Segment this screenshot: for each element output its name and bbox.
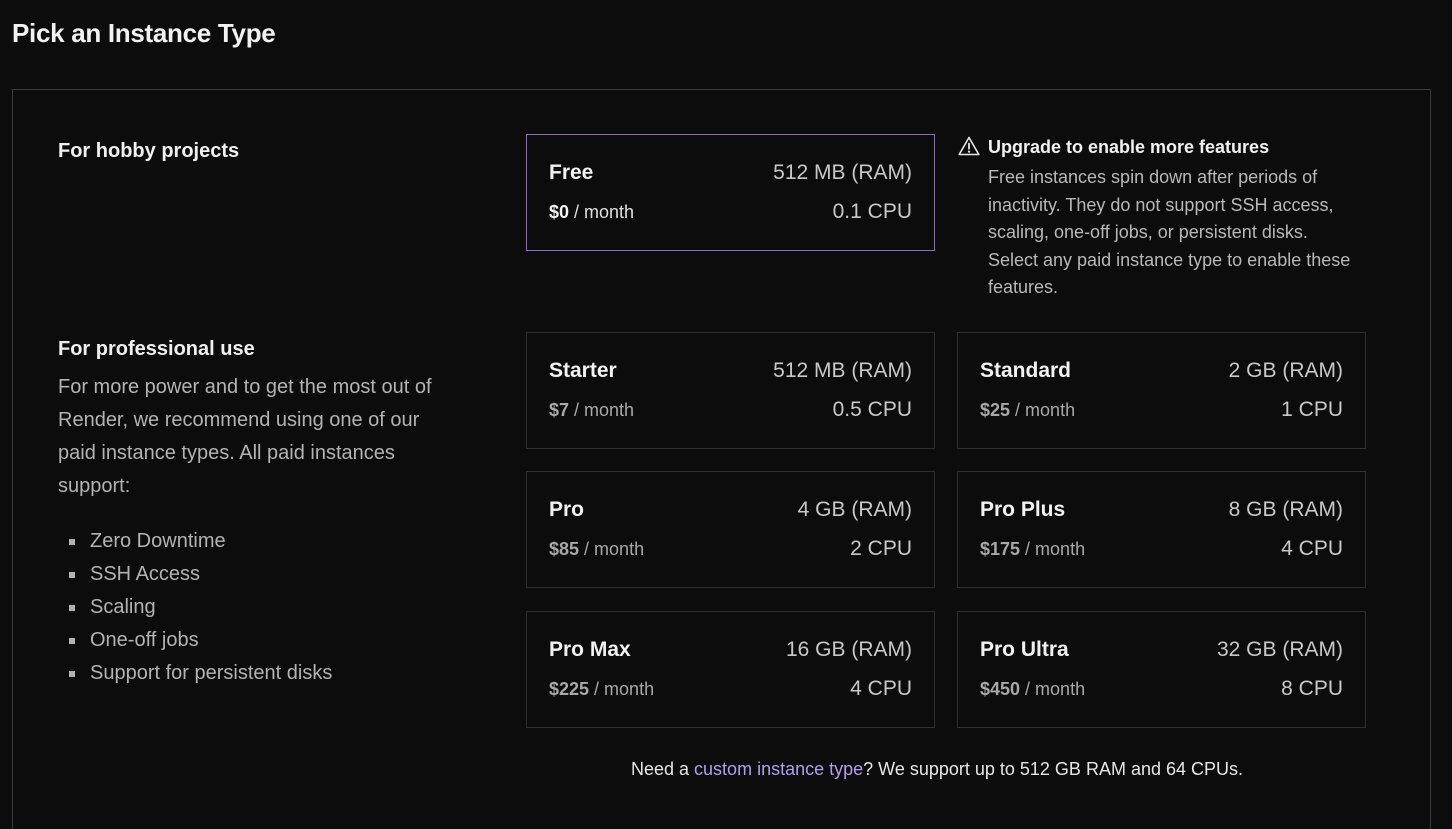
instance-price: $25 (980, 400, 1011, 420)
instance-ram: 2 GB (RAM) (1228, 359, 1343, 382)
instance-name: Pro Max (549, 638, 631, 661)
instance-cpu: 2 CPU (850, 537, 912, 560)
instance-ram: 4 GB (RAM) (797, 498, 912, 521)
instance-price-period: / month (589, 679, 655, 699)
instance-cpu: 0.5 CPU (832, 398, 912, 421)
instance-price: $450 (980, 679, 1021, 699)
custom-instance-link[interactable]: custom instance type (694, 759, 863, 779)
instance-price: $85 (549, 539, 580, 559)
instance-ram: 16 GB (RAM) (785, 638, 912, 661)
instance-price-line: $175 / month (980, 539, 1085, 560)
bullet-icon (69, 572, 75, 578)
footer-suffix: ? We support up to 512 GB RAM and 64 CPU… (863, 759, 1244, 779)
instance-name: Pro (549, 498, 585, 521)
instance-price-line: $0 / month (549, 202, 634, 223)
instance-card-free[interactable]: Free 512 MB (RAM) $0 / month 0.1 CPU (526, 134, 935, 251)
professional-description: For more power and to get the most out o… (58, 376, 432, 497)
instance-ram: 512 MB (RAM) (773, 359, 912, 382)
instance-price-period: / month (579, 539, 645, 559)
instance-price: $175 (980, 539, 1021, 559)
feature-label: Support for persistent disks (90, 662, 333, 684)
instance-price-line: $7 / month (549, 400, 634, 421)
custom-instance-note: Need a custom instance type? We support … (631, 759, 1243, 780)
feature-label: Scaling (90, 596, 156, 618)
instance-ram: 8 GB (RAM) (1228, 498, 1343, 521)
instance-card-standard[interactable]: Standard 2 GB (RAM) $25 / month 1 CPU (957, 332, 1366, 449)
instance-price-period: / month (569, 202, 635, 222)
instance-ram: 512 MB (RAM) (773, 161, 912, 184)
instance-price-line: $25 / month (980, 400, 1075, 421)
feature-item: SSH Access (58, 558, 332, 591)
instance-card-pro-ultra[interactable]: Pro Ultra 32 GB (RAM) $450 / month 8 CPU (957, 611, 1366, 728)
instance-price-line: $450 / month (980, 679, 1085, 700)
professional-heading: For professional use (58, 338, 255, 360)
instance-cpu: 4 CPU (1281, 537, 1343, 560)
instance-price: $7 (549, 400, 570, 420)
page-title: Pick an Instance Type (12, 18, 276, 48)
instance-card-pro-plus[interactable]: Pro Plus 8 GB (RAM) $175 / month 4 CPU (957, 471, 1366, 588)
warning-triangle-icon (958, 136, 980, 156)
feature-item: Zero Downtime (58, 525, 332, 558)
hobby-heading: For hobby projects (58, 140, 240, 162)
bullet-icon (69, 638, 75, 644)
instance-name: Starter (549, 359, 617, 382)
feature-label: One-off jobs (90, 629, 199, 651)
feature-item: Support for persistent disks (58, 657, 332, 690)
instance-price-period: / month (1020, 539, 1086, 559)
instance-cpu: 1 CPU (1281, 398, 1343, 421)
instance-card-pro[interactable]: Pro 4 GB (RAM) $85 / month 2 CPU (526, 471, 935, 588)
instance-cpu: 4 CPU (850, 677, 912, 700)
instance-card-pro-max[interactable]: Pro Max 16 GB (RAM) $225 / month 4 CPU (526, 611, 935, 728)
instance-cpu: 0.1 CPU (832, 200, 912, 223)
bullet-icon (69, 539, 75, 545)
bullet-icon (69, 605, 75, 611)
instance-cpu: 8 CPU (1281, 677, 1343, 700)
instance-price-period: / month (1020, 679, 1086, 699)
bullet-icon (69, 671, 75, 677)
instance-name: Free (549, 161, 594, 184)
footer-prefix: Need a (631, 759, 695, 779)
feature-item: One-off jobs (58, 624, 332, 657)
instance-price: $225 (549, 679, 590, 699)
instance-type-panel: For hobby projects Free 512 MB (RAM) $0 … (12, 89, 1431, 829)
instance-name: Pro Ultra (980, 638, 1069, 661)
warning-title: Upgrade to enable more features (988, 137, 1270, 157)
instance-name: Pro Plus (980, 498, 1066, 521)
instance-price-line: $225 / month (549, 679, 654, 700)
instance-name: Standard (980, 359, 1072, 382)
feature-label: SSH Access (90, 563, 201, 585)
instance-price-line: $85 / month (549, 539, 644, 560)
feature-list: Zero Downtime SSH Access Scaling One-off… (58, 525, 332, 690)
instance-ram: 32 GB (RAM) (1216, 638, 1343, 661)
instance-price-period: / month (1010, 400, 1076, 420)
feature-label: Zero Downtime (90, 530, 226, 552)
instance-price-period: / month (569, 400, 635, 420)
instance-card-starter[interactable]: Starter 512 MB (RAM) $7 / month 0.5 CPU (526, 332, 935, 449)
warning-body: Free instances spin down after periods o… (988, 167, 1351, 297)
instance-price: $0 (549, 202, 570, 222)
feature-item: Scaling (58, 591, 332, 624)
